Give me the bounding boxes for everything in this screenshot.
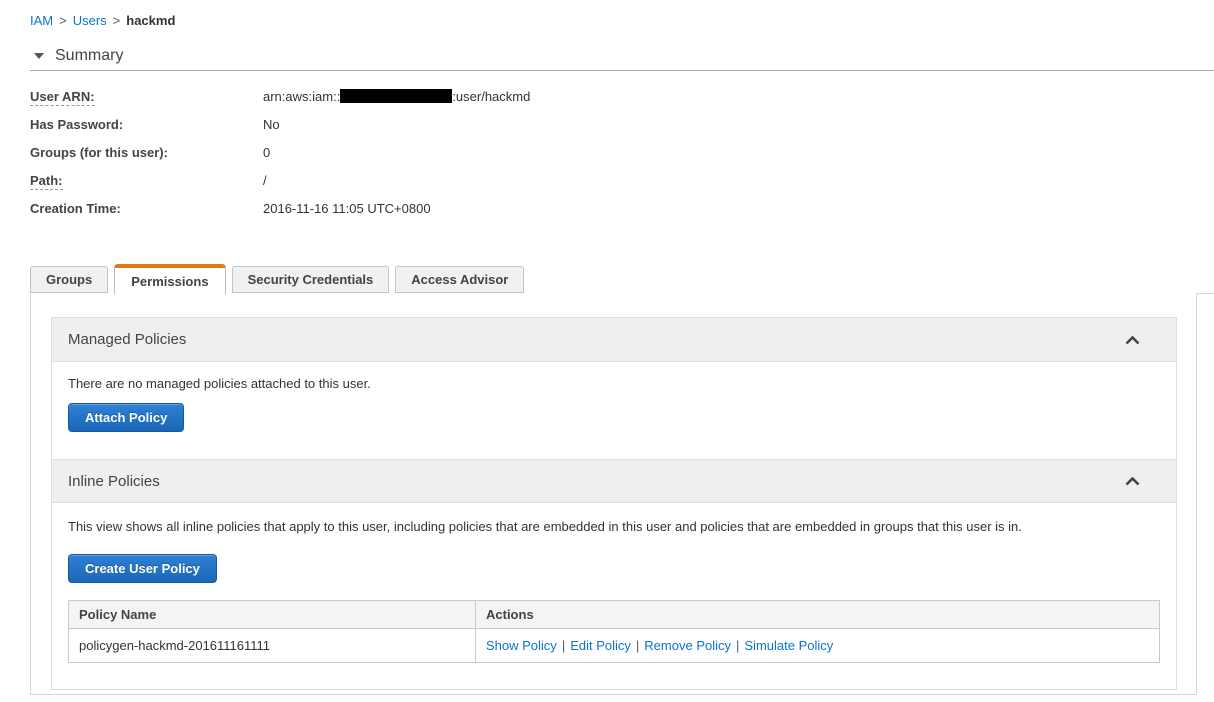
user-arn-value: arn:aws:iam:::user/hackmd <box>263 88 531 104</box>
action-separator: | <box>635 638 640 653</box>
breadcrumb-link-iam[interactable]: IAM <box>30 13 53 28</box>
attach-policy-button[interactable]: Attach Policy <box>68 403 185 432</box>
simulate-policy-link[interactable]: Simulate Policy <box>744 638 833 653</box>
edit-policy-link[interactable]: Edit Policy <box>570 638 631 653</box>
breadcrumb-link-users[interactable]: Users <box>73 13 107 28</box>
inline-policies-description: This view shows all inline policies that… <box>68 519 1022 534</box>
groups-value: 0 <box>263 144 271 160</box>
policy-sections: Managed Policies There are no managed po… <box>51 317 1177 690</box>
policy-name-column-header: Policy Name <box>68 600 476 629</box>
breadcrumb: IAM > Users > hackmd <box>30 13 175 28</box>
summary-section-toggle[interactable]: Summary <box>34 47 123 65</box>
table-row: policygen-hackmd-201611161111 Show Polic… <box>68 628 1160 663</box>
tab-security-credentials[interactable]: Security Credentials <box>231 266 390 293</box>
user-detail-tabs: Groups Permissions Security Credentials … <box>30 264 525 294</box>
inline-policies-title: Inline Policies <box>68 472 160 490</box>
groups-label: Groups (for this user): <box>30 144 168 160</box>
inline-policies-header[interactable]: Inline Policies <box>52 459 1176 503</box>
tab-groups[interactable]: Groups <box>30 266 109 293</box>
tab-permissions[interactable]: Permissions <box>114 264 226 294</box>
action-separator: | <box>561 638 566 653</box>
has-password-label: Has Password: <box>30 116 124 132</box>
path-value: / <box>263 172 267 188</box>
managed-policies-header[interactable]: Managed Policies <box>52 318 1176 362</box>
policy-name-cell: policygen-hackmd-201611161111 <box>68 628 476 663</box>
show-policy-link[interactable]: Show Policy <box>486 638 557 653</box>
permissions-tab-panel: Managed Policies There are no managed po… <box>30 293 1197 695</box>
redacted-account-id <box>340 88 453 103</box>
field-row-has-password: Has Password: No <box>30 110 530 138</box>
create-user-policy-button[interactable]: Create User Policy <box>68 554 217 583</box>
managed-policies-title: Managed Policies <box>68 331 187 348</box>
breadcrumb-current-user: hackmd <box>126 13 176 28</box>
inline-policies-table: Policy Name Actions policygen-hackmd-201… <box>68 600 1160 663</box>
chevron-up-icon[interactable] <box>1125 476 1140 486</box>
field-row-path: Path: / <box>30 166 530 194</box>
action-separator: | <box>736 638 740 653</box>
summary-divider <box>30 70 1214 71</box>
field-row-user-arn: User ARN: arn:aws:iam:::user/hackmd <box>30 82 530 110</box>
actions-column-header: Actions <box>475 600 1160 629</box>
field-row-creation-time: Creation Time: 2016-11-16 11:05 UTC+0800 <box>30 194 530 222</box>
user-arn-label[interactable]: User ARN: <box>30 88 263 106</box>
chevron-up-icon[interactable] <box>1125 335 1140 345</box>
creation-time-label: Creation Time: <box>30 200 121 216</box>
inline-policies-body: This view shows all inline policies that… <box>52 503 1176 689</box>
managed-policies-empty-message: There are no managed policies attached t… <box>68 376 371 391</box>
breadcrumb-separator: > <box>59 13 67 28</box>
remove-policy-link[interactable]: Remove Policy <box>644 638 731 653</box>
path-label[interactable]: Path: <box>30 172 263 190</box>
collapse-triangle-icon <box>34 53 44 59</box>
managed-policies-body: There are no managed policies attached t… <box>52 362 1176 459</box>
table-header-row: Policy Name Actions <box>68 600 1160 629</box>
iam-user-detail-page: IAM > Users > hackmd Summary User ARN: arn:a… <box>0 0 1214 702</box>
tab-access-advisor[interactable]: Access Advisor <box>395 266 525 293</box>
has-password-value: No <box>263 116 280 132</box>
field-row-groups: Groups (for this user): 0 <box>30 138 530 166</box>
summary-fields: User ARN: arn:aws:iam:::user/hackmd Has … <box>30 82 530 222</box>
creation-time-value: 2016-11-16 11:05 UTC+0800 <box>263 200 431 216</box>
policy-actions-cell: Show Policy | Edit Policy | Remove Policy | Si… <box>475 628 1160 663</box>
summary-title: Summary <box>55 47 124 64</box>
breadcrumb-separator: > <box>112 13 121 28</box>
